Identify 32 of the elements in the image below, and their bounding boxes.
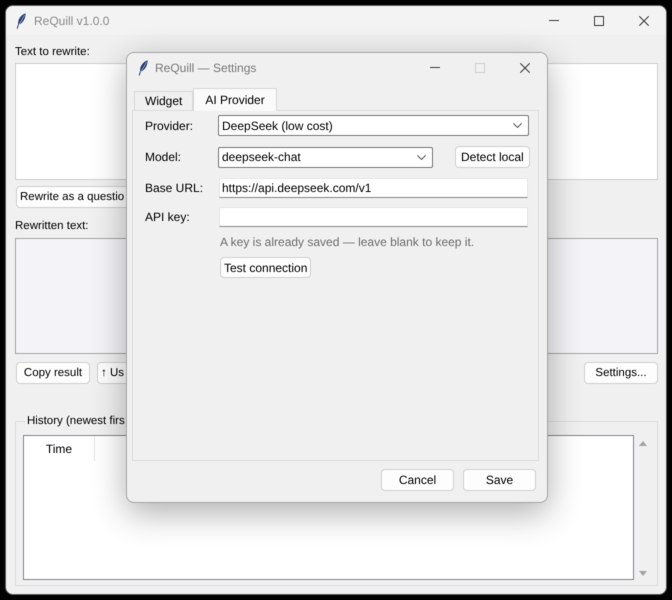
tab[interactable]: Widget — [134, 91, 194, 110]
minimize-icon[interactable] — [430, 67, 440, 68]
close-icon[interactable] — [638, 16, 648, 26]
window-title: ReQuill v1.0.0 — [34, 14, 110, 28]
field-label: API key: — [145, 210, 191, 224]
minimize-icon[interactable] — [548, 20, 558, 21]
close-icon[interactable] — [520, 62, 530, 72]
dropdown[interactable]: DeepSeek (low cost) — [218, 115, 529, 136]
feather-icon — [16, 12, 26, 28]
output-label: Rewritten text: — [15, 219, 88, 233]
detect-local-button[interactable]: Detect local — [455, 146, 530, 168]
maximize-icon[interactable] — [594, 16, 604, 26]
dialog-title: ReQuill — Settings — [155, 60, 256, 74]
text-field[interactable]: https://api.deepseek.com/v1 — [219, 178, 528, 198]
cancel-button[interactable]: Cancel — [381, 469, 454, 491]
field-label: Provider: — [145, 118, 194, 132]
column-header[interactable]: Time — [24, 436, 95, 461]
chevron-down-icon — [513, 123, 522, 128]
dropdown[interactable]: deepseek-chat — [218, 146, 433, 168]
group-title: History (newest firs — [26, 414, 126, 428]
hint-text: A key is already saved — leave blank to keep it. — [220, 235, 474, 249]
settings-button[interactable]: Settings... — [584, 362, 658, 384]
feather-icon — [138, 60, 148, 76]
tab[interactable]: AI Provider — [193, 88, 277, 111]
text-field[interactable] — [219, 207, 528, 227]
input-label: Text to rewrite: — [15, 45, 90, 59]
copy-button[interactable]: Copy result — [16, 362, 90, 384]
save-button[interactable]: Save — [463, 469, 536, 491]
chevron-down-icon — [417, 154, 426, 160]
field-label: Base URL: — [145, 181, 204, 195]
test-connection-button[interactable]: Test connection — [220, 257, 312, 278]
field-label: Model: — [145, 150, 182, 164]
